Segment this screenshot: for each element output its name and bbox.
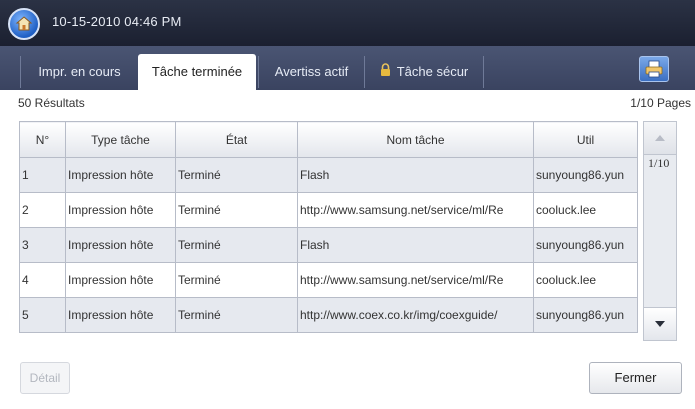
column-header-number[interactable]: N°	[19, 121, 66, 158]
arrow-down-icon	[655, 321, 665, 327]
cell-number: 3	[19, 227, 66, 263]
column-header-status[interactable]: État	[175, 121, 298, 158]
cell-user: sunyoung86.yun	[533, 227, 638, 263]
home-icon	[15, 16, 33, 31]
close-button[interactable]: Fermer	[589, 362, 682, 394]
cell-job-type: Impression hôte	[65, 297, 176, 333]
cell-number: 1	[19, 157, 66, 193]
datetime-display: 10-15-2010 04:46 PM	[52, 14, 182, 29]
cell-status: Terminé	[175, 297, 298, 333]
scroll-page-indicator: 1/10	[648, 156, 670, 170]
tab-label: Tâche sécur	[396, 64, 469, 79]
home-button[interactable]	[8, 8, 40, 40]
cell-user: sunyoung86.yun	[533, 297, 638, 333]
tab-current-jobs[interactable]: Impr. en cours	[20, 56, 138, 88]
cell-user: cooluck.lee	[533, 192, 638, 228]
table-row[interactable]: 5 Impression hôte Terminé http://www.coe…	[19, 297, 638, 333]
jobs-table: N° Type tâche État Nom tâche Util 1 Impr…	[19, 121, 638, 333]
tab-label: Impr. en cours	[38, 64, 121, 79]
tab-completed-jobs[interactable]: Tâche terminée	[138, 54, 256, 90]
cell-status: Terminé	[175, 157, 298, 193]
table-row[interactable]: 4 Impression hôte Terminé http://www.sam…	[19, 262, 638, 298]
print-icon	[645, 60, 663, 78]
cell-job-name: Flash	[297, 157, 534, 193]
cell-job-name: http://www.samsung.net/service/ml/Re	[297, 262, 534, 298]
cell-job-type: Impression hôte	[65, 227, 176, 263]
table-row[interactable]: 1 Impression hôte Terminé Flash sunyoung…	[19, 157, 638, 193]
results-count: 50 Résultats	[18, 96, 85, 110]
table-row[interactable]: 2 Impression hôte Terminé http://www.sam…	[19, 192, 638, 228]
column-header-job-type[interactable]: Type tâche	[65, 121, 176, 158]
column-header-user[interactable]: Util	[533, 121, 638, 158]
cell-status: Terminé	[175, 262, 298, 298]
top-status-bar: 10-15-2010 04:46 PM	[0, 0, 695, 46]
cell-status: Terminé	[175, 227, 298, 263]
cell-user: cooluck.lee	[533, 262, 638, 298]
cell-number: 5	[19, 297, 66, 333]
page-indicator: 1/10 Pages	[630, 96, 691, 110]
cell-job-type: Impression hôte	[65, 262, 176, 298]
tab-secure-jobs[interactable]: Tâche sécur	[364, 56, 484, 88]
lock-icon	[380, 57, 391, 89]
scroll-down-button[interactable]	[644, 307, 676, 340]
cell-job-type: Impression hôte	[65, 192, 176, 228]
cell-number: 2	[19, 192, 66, 228]
cell-user: sunyoung86.yun	[533, 157, 638, 193]
cell-job-name: Flash	[297, 227, 534, 263]
scroll-up-button[interactable]	[644, 122, 676, 155]
cell-number: 4	[19, 262, 66, 298]
table-header-row: N° Type tâche État Nom tâche Util	[19, 121, 638, 158]
cell-job-type: Impression hôte	[65, 157, 176, 193]
column-header-job-name[interactable]: Nom tâche	[297, 121, 534, 158]
tab-label: Avertiss actif	[274, 64, 349, 79]
tab-bar: Impr. en cours Tâche terminée Avertiss a…	[0, 46, 695, 90]
tab-label: Tâche terminée	[151, 64, 243, 79]
print-report-button[interactable]	[639, 56, 669, 82]
cell-job-name: http://www.samsung.net/service/ml/Re	[297, 192, 534, 228]
detail-button[interactable]: Détail	[20, 362, 70, 394]
table-row[interactable]: 3 Impression hôte Terminé Flash sunyoung…	[19, 227, 638, 263]
tab-active-warnings[interactable]: Avertiss actif	[258, 56, 364, 88]
table-scrollbar[interactable]: 1/10	[643, 121, 677, 341]
cell-job-name: http://www.coex.co.kr/img/coexguide/	[297, 297, 534, 333]
cell-status: Terminé	[175, 192, 298, 228]
arrow-up-icon	[655, 135, 665, 141]
